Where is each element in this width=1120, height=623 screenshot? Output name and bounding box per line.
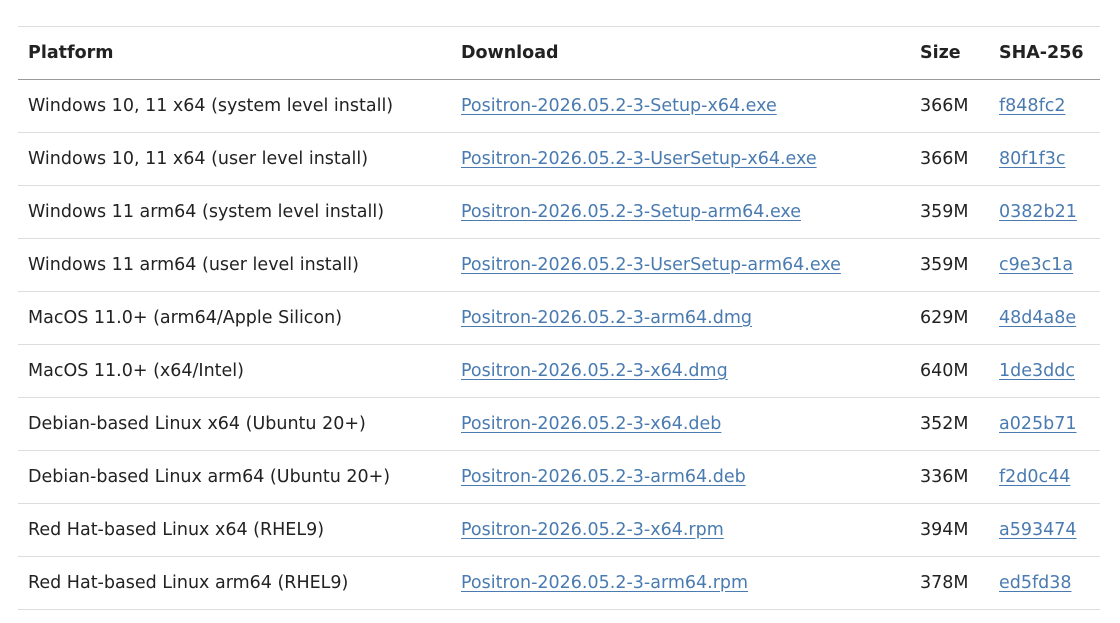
download-cell: Positron-2026.05.2-3-Setup-x64.exe bbox=[451, 80, 910, 133]
download-cell: Positron-2026.05.2-3-arm64.dmg bbox=[451, 292, 910, 345]
sha256-link[interactable]: a593474 bbox=[999, 520, 1077, 540]
sha256-link[interactable]: ed5fd38 bbox=[999, 573, 1072, 593]
platform-cell: Windows 11 arm64 (system level install) bbox=[28, 202, 385, 222]
download-cell: Positron-2026.05.2-3-arm64.deb bbox=[451, 451, 910, 504]
table-row: Debian-based Linux x64 (Ubuntu 20+) Posit… bbox=[18, 398, 1100, 451]
table-row: Windows 11 arm64 (user level install) Pos… bbox=[18, 239, 1100, 292]
sha256-link[interactable]: f848fc2 bbox=[999, 96, 1065, 116]
download-link[interactable]: Positron-2026.05.2-3-x64.dmg bbox=[461, 361, 728, 381]
download-cell: Positron-2026.05.2-3-arm64.rpm bbox=[451, 557, 910, 610]
table-row: Red Hat-based Linux x64 (RHEL9) Positron-… bbox=[18, 504, 1100, 557]
download-cell: Positron-2026.05.2-3-x64.dmg bbox=[451, 345, 910, 398]
table-row: MacOS 11.0+ (x64/Intel) Positron-2026.05.… bbox=[18, 345, 1100, 398]
download-cell: Positron-2026.05.2-3-Setup-arm64.exe bbox=[451, 186, 910, 239]
download-cell: Positron-2026.05.2-3-x64.deb bbox=[451, 398, 910, 451]
download-link[interactable]: Positron-2026.05.2-3-x64.rpm bbox=[461, 520, 724, 540]
size-cell: 352M bbox=[920, 414, 969, 434]
platform-cell: Red Hat-based Linux x64 (RHEL9) bbox=[28, 520, 325, 540]
downloads-table-container: Platform Download Size SHA-256 Windows 1… bbox=[18, 26, 1100, 610]
download-link[interactable]: Positron-2026.05.2-3-arm64.rpm bbox=[461, 573, 748, 593]
download-cell: Positron-2026.05.2-3-UserSetup-arm64.exe bbox=[451, 239, 910, 292]
sha-cell: a593474 bbox=[989, 504, 1100, 557]
platform-cell: Red Hat-based Linux arm64 (RHEL9) bbox=[28, 573, 349, 593]
size-cell: 378M bbox=[920, 573, 969, 593]
size-cell: 366M bbox=[920, 149, 969, 169]
sha256-link[interactable]: 80f1f3c bbox=[999, 149, 1065, 169]
size-cell: 336M bbox=[920, 467, 969, 487]
downloads-table: Platform Download Size SHA-256 Windows 1… bbox=[18, 26, 1100, 610]
table-body: Windows 10, 11 x64 (system level install… bbox=[18, 80, 1100, 610]
platform-cell: Debian-based Linux x64 (Ubuntu 20+) bbox=[28, 414, 366, 434]
header-size: Size bbox=[920, 43, 961, 63]
download-link[interactable]: Positron-2026.05.2-3-arm64.deb bbox=[461, 467, 746, 487]
sha-cell: 48d4a8e bbox=[989, 292, 1100, 345]
download-cell: Positron-2026.05.2-3-x64.rpm bbox=[451, 504, 910, 557]
size-cell: 359M bbox=[920, 202, 969, 222]
platform-cell: MacOS 11.0+ (x64/Intel) bbox=[28, 361, 244, 381]
platform-cell: Windows 10, 11 x64 (user level install) bbox=[28, 149, 369, 169]
size-cell: 640M bbox=[920, 361, 969, 381]
table-row: Windows 10, 11 x64 (user level install) P… bbox=[18, 133, 1100, 186]
download-link[interactable]: Positron-2026.05.2-3-Setup-arm64.exe bbox=[461, 202, 801, 222]
sha256-link[interactable]: a025b71 bbox=[999, 414, 1077, 434]
download-link[interactable]: Positron-2026.05.2-3-arm64.dmg bbox=[461, 308, 752, 328]
size-cell: 366M bbox=[920, 96, 969, 116]
table-row: Red Hat-based Linux arm64 (RHEL9) Positro… bbox=[18, 557, 1100, 610]
platform-cell: Windows 11 arm64 (user level install) bbox=[28, 255, 359, 275]
platform-cell: Debian-based Linux arm64 (Ubuntu 20+) bbox=[28, 467, 391, 487]
sha-cell: ed5fd38 bbox=[989, 557, 1100, 610]
table-row: MacOS 11.0+ (arm64/Apple Silicon) Positro… bbox=[18, 292, 1100, 345]
table-row: Windows 11 arm64 (system level install) P… bbox=[18, 186, 1100, 239]
sha256-link[interactable]: 0382b21 bbox=[999, 202, 1077, 222]
download-link[interactable]: Positron-2026.05.2-3-UserSetup-arm64.exe bbox=[461, 255, 841, 275]
header-sha256: SHA-256 bbox=[999, 43, 1084, 63]
sha256-link[interactable]: 1de3ddc bbox=[999, 361, 1075, 381]
sha-cell: 0382b21 bbox=[989, 186, 1100, 239]
download-link[interactable]: Positron-2026.05.2-3-x64.deb bbox=[461, 414, 721, 434]
header-row: Platform Download Size SHA-256 bbox=[18, 26, 1100, 80]
sha-cell: a025b71 bbox=[989, 398, 1100, 451]
size-cell: 359M bbox=[920, 255, 969, 275]
download-link[interactable]: Positron-2026.05.2-3-UserSetup-x64.exe bbox=[461, 149, 817, 169]
sha256-link[interactable]: c9e3c1a bbox=[999, 255, 1073, 275]
table-row: Windows 10, 11 x64 (system level install… bbox=[18, 80, 1100, 133]
sha-cell: f2d0c44 bbox=[989, 451, 1100, 504]
size-cell: 629M bbox=[920, 308, 969, 328]
download-cell: Positron-2026.05.2-3-UserSetup-x64.exe bbox=[451, 133, 910, 186]
table-row: Debian-based Linux arm64 (Ubuntu 20+) Pos… bbox=[18, 451, 1100, 504]
size-cell: 394M bbox=[920, 520, 969, 540]
sha256-link[interactable]: f2d0c44 bbox=[999, 467, 1070, 487]
sha-cell: f848fc2 bbox=[989, 80, 1100, 133]
header-platform: Platform bbox=[28, 43, 114, 63]
sha-cell: c9e3c1a bbox=[989, 239, 1100, 292]
platform-cell: Windows 10, 11 x64 (system level install… bbox=[28, 96, 394, 116]
sha256-link[interactable]: 48d4a8e bbox=[999, 308, 1076, 328]
header-download: Download bbox=[461, 43, 559, 63]
platform-cell: MacOS 11.0+ (arm64/Apple Silicon) bbox=[28, 308, 343, 328]
download-link[interactable]: Positron-2026.05.2-3-Setup-x64.exe bbox=[461, 96, 777, 116]
sha-cell: 80f1f3c bbox=[989, 133, 1100, 186]
sha-cell: 1de3ddc bbox=[989, 345, 1100, 398]
table-header: Platform Download Size SHA-256 bbox=[18, 26, 1100, 80]
